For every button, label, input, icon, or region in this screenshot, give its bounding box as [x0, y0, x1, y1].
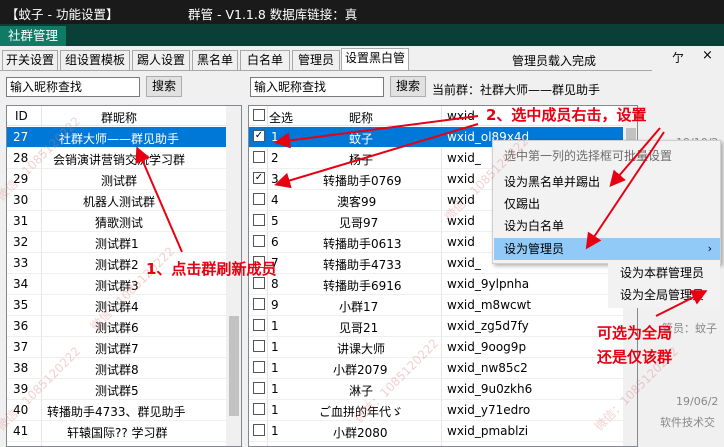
current-group-label: 当前群：社群大师——群见助手 — [432, 83, 601, 97]
tab-admins[interactable]: 管理员 — [292, 50, 340, 70]
admin-submenu: 设为本群管理员 设为全局管理员 — [608, 262, 720, 308]
tab-panel-border — [0, 70, 652, 71]
col-wxid-header: wxid — [447, 109, 475, 123]
member-search-button[interactable]: 搜索 — [390, 76, 426, 97]
col-group-name-header: 群昵称 — [101, 111, 138, 125]
member-context-menu: 选中第一列的选择框可批量设置 设为黑名单并踢出 仅踢出 设为白名单 设为管理员 … — [492, 140, 721, 264]
member-row[interactable]: 1 ご血拼的年代ゞ wxid_y71edro — [249, 400, 623, 421]
menu-item-global-admin[interactable]: 设为全局管理员 — [608, 284, 720, 306]
chevron-right-icon: › — [707, 242, 712, 255]
member-row[interactable]: 8 转播助手6916 wxid_9ylpnha — [249, 274, 623, 295]
scrollbar-thumb[interactable] — [229, 316, 239, 416]
tab-switch-settings[interactable]: 开关设置 — [2, 50, 58, 70]
pin-icon[interactable]: 亇 — [672, 49, 684, 66]
side-date: 19/06/2 — [676, 395, 719, 408]
group-row[interactable]: 31 猜歌测试 — [7, 211, 226, 232]
tab-blacklist[interactable]: 黑名单 — [192, 50, 238, 70]
close-icon[interactable]: × — [702, 48, 713, 63]
window-title: 【蚊子 - 功能设置】 — [6, 7, 119, 22]
member-row[interactable]: 1 小群2080 wxid_pmablzi — [249, 421, 623, 442]
tab-set-black-white-admin[interactable]: 设置黑白管 — [341, 48, 409, 70]
group-row[interactable]: 41 轩辕国际?? 学习群 — [7, 421, 226, 442]
group-search-button[interactable]: 搜索 — [146, 76, 182, 97]
member-checkbox[interactable] — [253, 340, 265, 352]
member-row[interactable]: 1 淋子 wxid_9u0zkh6 — [249, 379, 623, 400]
window-titlebar: 【蚊子 - 功能设置】 群管 - V1.1.8 数据库链接：真 — [0, 0, 724, 24]
group-row[interactable]: 29 测试群 — [7, 169, 226, 190]
member-checkbox[interactable] — [253, 382, 265, 394]
group-list-header: ID 群昵称 — [7, 106, 241, 126]
status-text: 管理员载入完成 — [512, 54, 597, 68]
menu-item-blacklist-and-kick[interactable]: 设为黑名单并踢出 — [494, 171, 720, 193]
member-checkbox[interactable] — [253, 193, 265, 205]
member-checkbox[interactable] — [253, 298, 265, 310]
member-checkbox[interactable] — [253, 361, 265, 373]
annotation-step3-line1: 可选为全局 — [597, 324, 673, 342]
tab-community-management[interactable]: 社群管理 — [0, 26, 67, 46]
select-all-checkbox[interactable] — [253, 109, 265, 121]
side-footer: 软件技术交 — [660, 416, 715, 429]
member-checkbox[interactable] — [253, 151, 265, 163]
annotation-step1: 1、点击群刷新成员 — [146, 260, 277, 278]
member-checkbox[interactable] — [253, 235, 265, 247]
annotation-step2: 2、选中成员右击，设置 — [486, 106, 647, 124]
col-nickname-header: 昵称 — [349, 111, 374, 125]
group-row[interactable]: 36 测试群6 — [7, 316, 226, 337]
group-row[interactable]: 40 转播助手4733、群见助手 — [7, 400, 226, 421]
menu-item-set-admin[interactable]: 设为管理员 › — [494, 238, 720, 260]
tab-kick-settings[interactable]: 踢人设置 — [132, 50, 190, 70]
group-row[interactable]: 30 机器人测试群 — [7, 190, 226, 211]
menu-item-kick-only[interactable]: 仅踢出 — [494, 193, 720, 215]
tab-whitelist[interactable]: 白名单 — [240, 50, 290, 70]
member-checkbox[interactable] — [253, 424, 265, 436]
group-search-input[interactable]: 输入昵称查找 — [6, 77, 140, 97]
select-all-label[interactable]: 全选 — [269, 109, 293, 126]
menu-item-set-admin-label: 设为管理员 — [504, 242, 565, 256]
member-row[interactable]: 1 见哥21 wxid_zg5d7fy — [249, 316, 623, 337]
annotation-step3-line2: 还是仅该群 — [597, 348, 673, 366]
menu-item-whitelist[interactable]: 设为白名单 — [494, 215, 720, 237]
group-row[interactable]: 32 测试群1 — [7, 232, 226, 253]
member-row[interactable]: 9 小群17 wxid_m8wcwt — [249, 295, 623, 316]
window-version: 群管 - V1.1.8 数据库链接：真 — [188, 7, 358, 22]
member-checkbox[interactable] — [253, 214, 265, 226]
group-row[interactable]: 37 测试群7 — [7, 337, 226, 358]
member-search-input[interactable]: 输入昵称查找 — [250, 77, 384, 97]
col-id-header: ID — [15, 109, 28, 123]
app-bar: 社群管理 — [0, 24, 724, 46]
member-checkbox[interactable] — [253, 403, 265, 415]
member-row[interactable]: 1 小群2079 wxid_nw85c2 — [249, 358, 623, 379]
member-checkbox[interactable]: ✓ — [253, 130, 265, 142]
menu-item-group-admin[interactable]: 设为本群管理员 — [608, 262, 720, 284]
member-checkbox[interactable] — [253, 319, 265, 331]
member-checkbox[interactable]: ✓ — [253, 172, 265, 184]
tab-group-template[interactable]: 组设置模板 — [60, 50, 130, 70]
